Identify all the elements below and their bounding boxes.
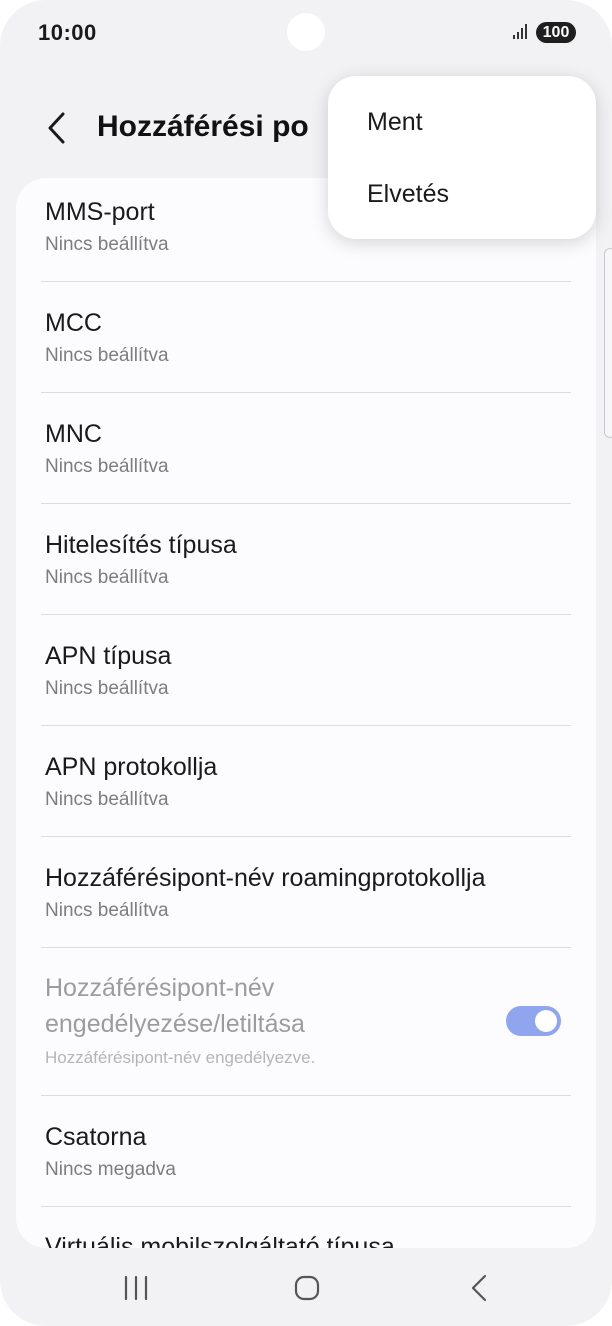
item-subtitle: Nincs beállítva bbox=[45, 234, 169, 255]
list-item-apn-roaming-protocol[interactable]: Hozzáférésipont-név roamingprotokollja N… bbox=[16, 837, 596, 948]
menu-item-label: Elvetés bbox=[367, 180, 449, 208]
item-subtitle: Hozzáférésipont-név engedélyezve. bbox=[45, 1048, 316, 1067]
list-item-mnc[interactable]: MNC Nincs beállítva bbox=[16, 393, 596, 504]
back-button[interactable] bbox=[36, 106, 76, 150]
item-subtitle: Nincs beállítva bbox=[45, 678, 169, 699]
item-title: Hozzáférésipont-név roamingprotokollja bbox=[45, 864, 486, 892]
list-item-mvno-type[interactable]: Virtuális mobilszolgáltató típusa bbox=[16, 1207, 596, 1248]
list-item-apn-type[interactable]: APN típusa Nincs beállítva bbox=[16, 615, 596, 726]
item-subtitle: Nincs beállítva bbox=[45, 456, 169, 477]
signal-bars-icon bbox=[513, 24, 527, 39]
item-subtitle: Nincs beállítva bbox=[45, 345, 169, 366]
apn-enable-toggle[interactable] bbox=[506, 1006, 561, 1036]
scrollbar[interactable] bbox=[604, 248, 612, 438]
item-title: Hitelesítés típusa bbox=[45, 531, 237, 559]
item-title-line2: engedélyezése/letiltása bbox=[45, 1010, 305, 1038]
menu-item-discard[interactable]: Elvetés bbox=[328, 164, 596, 224]
item-title: MCC bbox=[45, 309, 102, 337]
menu-item-label: Ment bbox=[367, 108, 423, 136]
status-bar: 10:00 100 bbox=[0, 0, 612, 64]
navigation-bar bbox=[0, 1256, 612, 1326]
chevron-left-icon bbox=[48, 112, 65, 144]
list-item-channel[interactable]: Csatorna Nincs megadva bbox=[16, 1096, 596, 1207]
settings-list: MMS-port Nincs beállítva MCC Nincs beáll… bbox=[16, 178, 596, 1248]
list-item-mcc[interactable]: MCC Nincs beállítva bbox=[16, 282, 596, 393]
item-subtitle: Nincs megadva bbox=[45, 1159, 176, 1180]
item-subtitle: Nincs beállítva bbox=[45, 567, 169, 588]
item-subtitle: Nincs beállítva bbox=[45, 900, 169, 921]
list-item-auth-type[interactable]: Hitelesítés típusa Nincs beállítva bbox=[16, 504, 596, 615]
battery-level: 100 bbox=[536, 22, 576, 43]
home-button[interactable] bbox=[277, 1266, 337, 1310]
camera-cutout bbox=[287, 13, 325, 51]
popup-menu: Ment Elvetés bbox=[328, 76, 596, 239]
home-icon bbox=[294, 1275, 320, 1301]
back-nav-button[interactable] bbox=[449, 1266, 509, 1310]
toggle-knob bbox=[535, 1010, 557, 1032]
menu-item-save[interactable]: Ment bbox=[328, 92, 596, 152]
item-title: APN protokollja bbox=[45, 753, 218, 781]
page-title: Hozzáférési po bbox=[97, 110, 309, 143]
item-title: Virtuális mobilszolgáltató típusa bbox=[45, 1233, 395, 1248]
item-subtitle: Nincs beállítva bbox=[45, 789, 169, 810]
list-item-apn-protocol[interactable]: APN protokollja Nincs beállítva bbox=[16, 726, 596, 837]
item-title: Csatorna bbox=[45, 1123, 147, 1151]
list-item-apn-enable[interactable]: Hozzáférésipont-név engedélyezése/letilt… bbox=[16, 948, 596, 1095]
item-title: MMS-port bbox=[45, 198, 155, 226]
back-icon bbox=[471, 1274, 487, 1302]
status-time: 10:00 bbox=[38, 20, 97, 45]
item-title-line1: Hozzáférésipont-név bbox=[45, 974, 275, 1002]
item-title: APN típusa bbox=[45, 642, 172, 670]
item-title: MNC bbox=[45, 420, 102, 448]
recents-button[interactable] bbox=[106, 1266, 166, 1310]
phone-screen: 10:00 100 Hozzáférési po MMS-port Nincs … bbox=[0, 0, 612, 1326]
recents-icon bbox=[124, 1275, 148, 1301]
